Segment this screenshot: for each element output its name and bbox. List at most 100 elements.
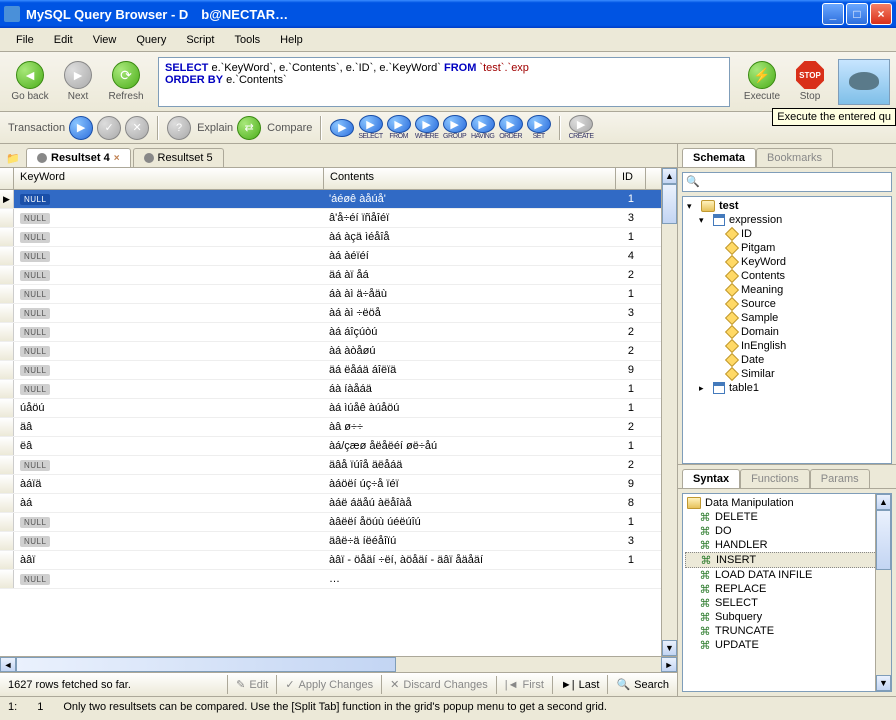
- table-row[interactable]: NULLäá ëåáä áîëïä9: [0, 361, 661, 380]
- table-row[interactable]: NULLäá àï åá2: [0, 266, 661, 285]
- col-contents[interactable]: Contents: [324, 168, 616, 189]
- scroll-left-icon[interactable]: ◄: [0, 657, 16, 672]
- scroll-down-icon[interactable]: ▼: [662, 640, 677, 656]
- table-row[interactable]: NULLàá áîçúòú2: [0, 323, 661, 342]
- column-node[interactable]: Source: [685, 297, 889, 311]
- minimize-button[interactable]: _: [822, 3, 844, 25]
- table-row[interactable]: NULLäâå ïúîå äëåáä2: [0, 456, 661, 475]
- sql-having-button[interactable]: ▶HAVING: [471, 115, 495, 140]
- syntax-group[interactable]: Data Manipulation: [685, 496, 889, 510]
- sql-select-button[interactable]: ▶SELECT: [358, 115, 382, 140]
- menu-edit[interactable]: Edit: [44, 31, 83, 49]
- stop-button[interactable]: STOP Stop: [786, 61, 834, 102]
- menu-view[interactable]: View: [83, 31, 127, 49]
- scroll-thumb[interactable]: [662, 184, 677, 224]
- tab-resultset-5[interactable]: Resultset 5: [133, 148, 224, 167]
- column-node[interactable]: KeyWord: [685, 255, 889, 269]
- table-row[interactable]: àáàáë áäåú àëåîàå8: [0, 494, 661, 513]
- sql-order-button[interactable]: ▶ORDER: [499, 115, 523, 140]
- schema-search-input[interactable]: [682, 172, 892, 192]
- edit-button[interactable]: ✎ Edit: [227, 675, 276, 694]
- horizontal-scrollbar[interactable]: ◄ ►: [0, 656, 677, 672]
- refresh-button[interactable]: ⟳ Refresh: [102, 61, 150, 102]
- column-node[interactable]: ID: [685, 227, 889, 241]
- syntax-tree[interactable]: Data Manipulation ⌘DELETE⌘DO⌘HANDLER⌘INS…: [682, 493, 892, 692]
- close-tab-icon[interactable]: ×: [114, 153, 120, 164]
- column-node[interactable]: Domain: [685, 325, 889, 339]
- db-node[interactable]: ▾test: [685, 199, 889, 213]
- tab-syntax[interactable]: Syntax: [682, 469, 740, 488]
- sql-from-button[interactable]: ▶FROM: [387, 115, 411, 140]
- transaction-start-button[interactable]: ▶: [69, 116, 93, 140]
- syntax-item[interactable]: ⌘Subquery: [685, 610, 889, 624]
- syntax-item[interactable]: ⌘REPLACE: [685, 582, 889, 596]
- query-editor[interactable]: SELECT e.`KeyWord`, e.`Contents`, e.`ID`…: [158, 57, 730, 107]
- scroll-thumb[interactable]: [876, 510, 891, 570]
- sql-blank-button[interactable]: ▶: [330, 119, 354, 137]
- column-node[interactable]: Meaning: [685, 283, 889, 297]
- syntax-item[interactable]: ⌘TRUNCATE: [685, 624, 889, 638]
- scroll-up-icon[interactable]: ▲: [876, 494, 891, 510]
- sql-group-button[interactable]: ▶GROUP: [443, 115, 467, 140]
- table-row[interactable]: NULLäâë÷ä íëéåîïú3: [0, 532, 661, 551]
- apply-button[interactable]: ✓ Apply Changes: [276, 675, 381, 694]
- tab-resultset-4[interactable]: Resultset 4 ×: [26, 148, 131, 167]
- schema-tree[interactable]: ▾test ▾expression IDPitgamKeyWordContent…: [682, 196, 892, 464]
- grid-body[interactable]: ▶NULL'áéøê àåúå'1NULLâ'å÷éí ïñåîéï3NULLà…: [0, 190, 661, 656]
- table-row[interactable]: NULLàâëëí åöúù úéëúîú1: [0, 513, 661, 532]
- column-node[interactable]: Pitgam: [685, 241, 889, 255]
- menu-file[interactable]: File: [6, 31, 44, 49]
- last-button[interactable]: ►| Last: [552, 676, 608, 694]
- compare-button[interactable]: ⇄: [237, 116, 261, 140]
- table-row[interactable]: äâàâ ø÷÷2: [0, 418, 661, 437]
- table-row[interactable]: NULLàá àéïéí4: [0, 247, 661, 266]
- table-row[interactable]: NULLâ'å÷éí ïñåîéï3: [0, 209, 661, 228]
- next-button[interactable]: ► Next: [54, 61, 102, 102]
- col-id[interactable]: ID: [616, 168, 646, 189]
- scroll-thumb[interactable]: [16, 657, 396, 672]
- column-node[interactable]: InEnglish: [685, 339, 889, 353]
- table-row[interactable]: NULLàá àòåøú2: [0, 342, 661, 361]
- transaction-commit-button[interactable]: ✓: [97, 116, 121, 140]
- table-row[interactable]: NULLàá àçä ìéåîå1: [0, 228, 661, 247]
- tab-params[interactable]: Params: [810, 469, 870, 488]
- first-button[interactable]: |◄ First: [496, 676, 552, 694]
- menu-tools[interactable]: Tools: [224, 31, 270, 49]
- syntax-item[interactable]: ⌘UPDATE: [685, 638, 889, 652]
- table-row[interactable]: ▶NULL'áéøê àåúå'1: [0, 190, 661, 209]
- table-node[interactable]: ▾expression: [685, 213, 889, 227]
- column-node[interactable]: Contents: [685, 269, 889, 283]
- tab-bookmarks[interactable]: Bookmarks: [756, 148, 833, 167]
- menu-script[interactable]: Script: [176, 31, 224, 49]
- syntax-item[interactable]: ⌘DELETE: [685, 510, 889, 524]
- sql-create-button[interactable]: ▶CREATE: [569, 115, 594, 140]
- table-row[interactable]: àáïäàáöëí úç÷å ïéï9: [0, 475, 661, 494]
- folder-icon[interactable]: 📁: [4, 149, 22, 167]
- scroll-up-icon[interactable]: ▲: [662, 168, 677, 184]
- vertical-scrollbar[interactable]: ▲ ▼: [661, 168, 677, 656]
- explain-button[interactable]: ?: [167, 116, 191, 140]
- menu-help[interactable]: Help: [270, 31, 313, 49]
- scroll-down-icon[interactable]: ▼: [876, 675, 891, 691]
- syntax-item[interactable]: ⌘SELECT: [685, 596, 889, 610]
- col-keyword[interactable]: KeyWord: [14, 168, 324, 189]
- tab-functions[interactable]: Functions: [740, 469, 810, 488]
- sql-set-button[interactable]: ▶SET: [527, 115, 551, 140]
- transaction-rollback-button[interactable]: ✕: [125, 116, 149, 140]
- table-node[interactable]: ▸table1: [685, 381, 889, 395]
- table-row[interactable]: NULL…: [0, 570, 661, 589]
- table-row[interactable]: NULLàá àì ÷ëöå3: [0, 304, 661, 323]
- sql-where-button[interactable]: ▶WHERE: [415, 115, 439, 140]
- scroll-right-icon[interactable]: ►: [661, 657, 677, 672]
- column-node[interactable]: Date: [685, 353, 889, 367]
- menu-query[interactable]: Query: [126, 31, 176, 49]
- maximize-button[interactable]: □: [846, 3, 868, 25]
- tab-schemata[interactable]: Schemata: [682, 148, 756, 167]
- execute-button[interactable]: ⚡ Execute: [738, 61, 786, 102]
- syntax-scrollbar[interactable]: ▲ ▼: [875, 494, 891, 691]
- discard-button[interactable]: ✕ Discard Changes: [381, 675, 496, 694]
- syntax-item[interactable]: ⌘DO: [685, 524, 889, 538]
- table-row[interactable]: ëâàá/çæø åëåëéí øë÷åú1: [0, 437, 661, 456]
- search-button[interactable]: 🔍 Search: [607, 675, 677, 694]
- close-button[interactable]: ×: [870, 3, 892, 25]
